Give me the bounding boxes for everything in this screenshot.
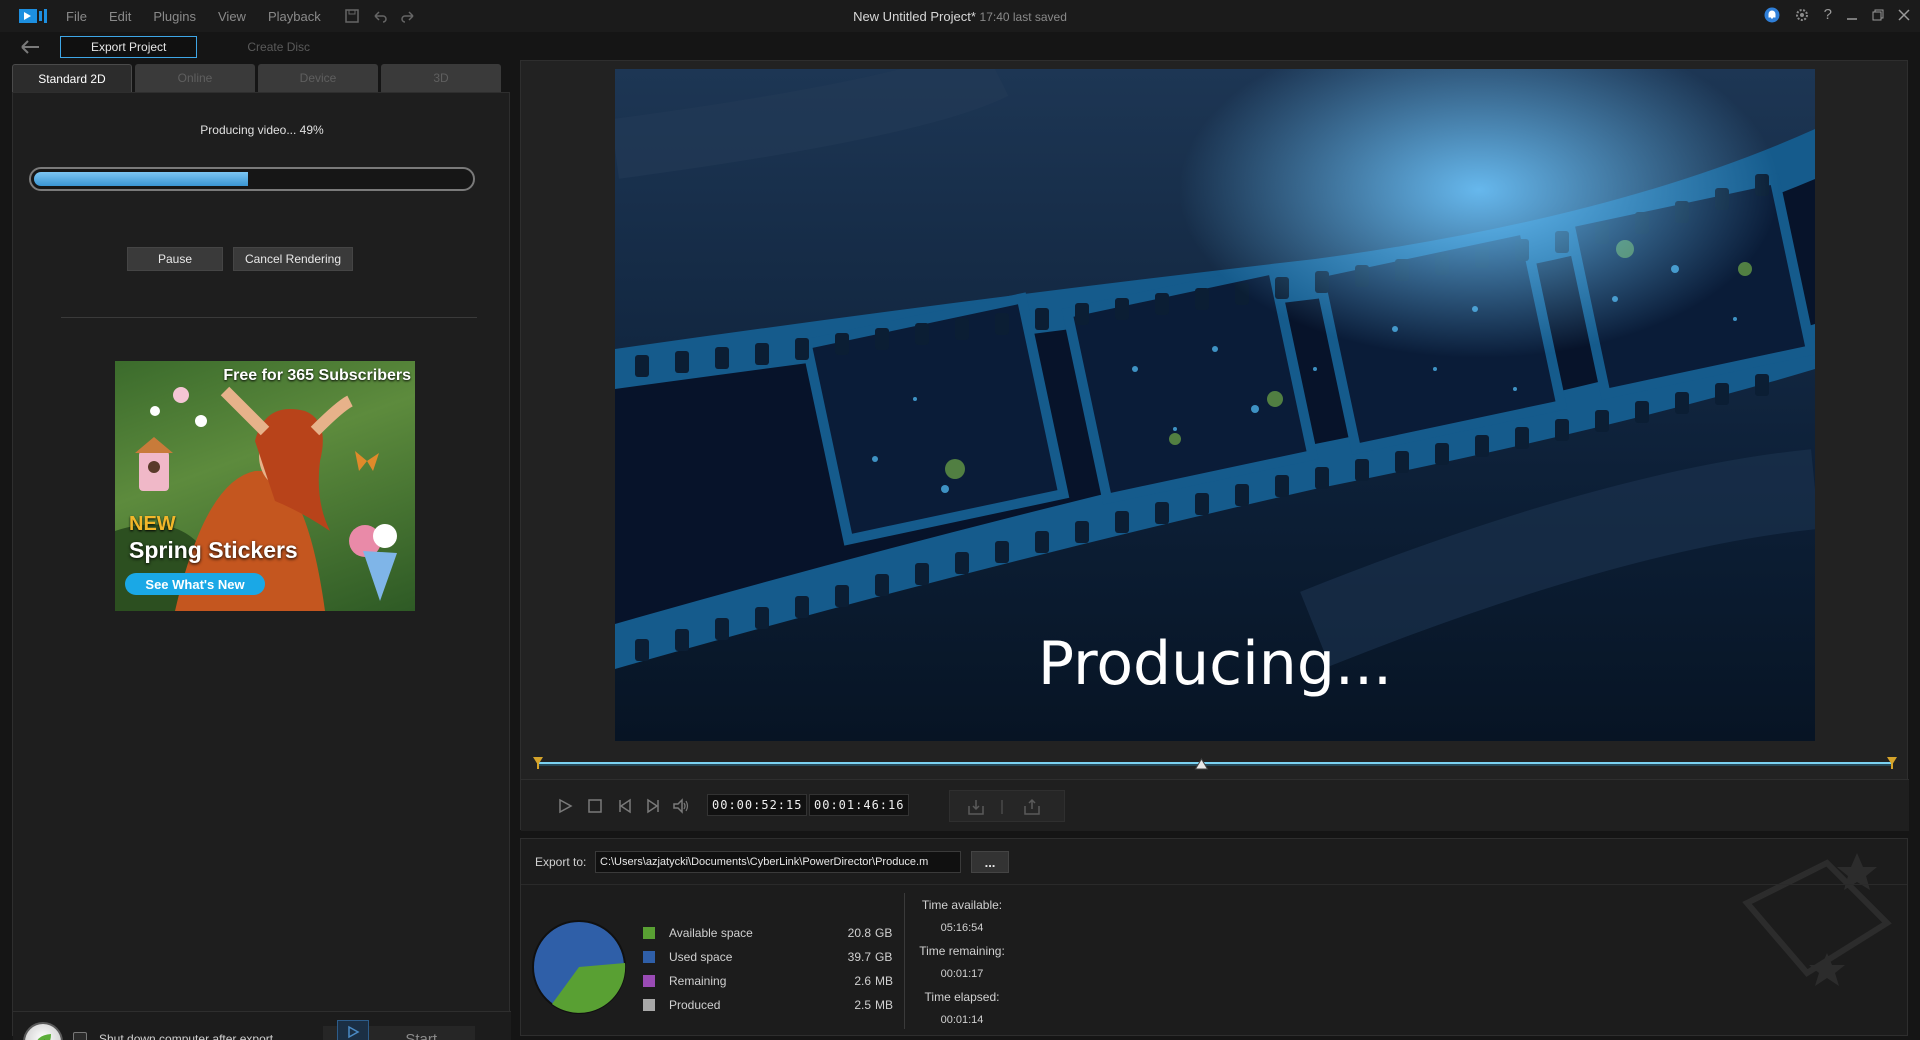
mark-in-icon[interactable]	[966, 797, 986, 817]
promo-new-label: NEW	[129, 513, 176, 535]
used-value: 39.7	[847, 950, 871, 964]
promo-product: Spring Stickers	[129, 537, 298, 563]
save-icon[interactable]	[343, 7, 361, 25]
render-progress-bar	[29, 167, 475, 191]
mode-bar: Export Project Create Disc	[0, 32, 1920, 62]
available-unit: GB	[875, 926, 893, 940]
back-arrow-icon[interactable]	[18, 38, 42, 56]
produced-label: Produced	[669, 998, 721, 1012]
available-label: Available space	[669, 926, 753, 940]
minimize-icon[interactable]	[1846, 9, 1858, 21]
preview-panel: Producing... 00:00:52:15 00:01:46:16	[520, 60, 1909, 831]
legend-row-used: Used space 39.7 GB	[643, 945, 933, 969]
produced-swatch	[643, 999, 655, 1011]
time-elapsed-label: Time elapsed:	[924, 989, 1000, 1004]
settings-gear-icon[interactable]	[1794, 7, 1810, 23]
title-bar: File Edit Plugins View Playback New Unti…	[0, 0, 1920, 32]
preview-timeline[interactable]	[533, 751, 1897, 775]
powerdirector-logo-icon[interactable]	[18, 6, 48, 26]
promo-headline: Free for 365 Subscribers	[223, 367, 411, 384]
time-remaining-value: 00:01:17	[940, 967, 984, 980]
export-settings-panel: Standard 2D Online Device 3D Producing v…	[12, 64, 511, 1040]
menu-plugins[interactable]: Plugins	[153, 9, 196, 24]
time-available-label: Time available:	[921, 897, 1003, 912]
stats-divider	[904, 893, 905, 1029]
promo-banner[interactable]: Free for 365 Subscribers NEW Spring Stic…	[115, 361, 415, 611]
preview-window: Producing...	[615, 69, 1815, 741]
time-elapsed-value: 00:01:14	[940, 1013, 984, 1026]
used-swatch	[643, 951, 655, 963]
export-footer: Shut down computer after export Start	[13, 1011, 511, 1040]
start-label: Start	[405, 1030, 437, 1040]
remaining-swatch	[643, 975, 655, 987]
disk-space-pie-chart	[532, 920, 626, 1014]
mark-buttons-group	[949, 790, 1065, 822]
legend-row-produced: Produced 2.5 MB	[643, 993, 933, 1017]
mark-out-icon[interactable]	[1022, 797, 1042, 817]
disk-legend: Available space 20.8 GB Used space 39.7 …	[643, 921, 933, 1017]
shutdown-checkbox[interactable]	[73, 1032, 87, 1040]
export-progress-body: Producing video... 49% Pause Cancel Rend…	[12, 92, 511, 1040]
playback-controls: 00:00:52:15 00:01:46:16	[521, 779, 1909, 831]
help-icon[interactable]: ?	[1824, 6, 1832, 23]
available-swatch	[643, 927, 655, 939]
legend-row-remaining: Remaining 2.6 MB	[643, 969, 933, 993]
export-path-input[interactable]: C:\Users\azjatycki\Documents\CyberLink\P…	[595, 851, 961, 873]
format-tabs: Standard 2D Online Device 3D	[12, 64, 510, 92]
redo-icon[interactable]	[399, 7, 417, 25]
remaining-label: Remaining	[669, 974, 727, 988]
tab-standard-2d[interactable]: Standard 2D	[12, 64, 132, 92]
project-title: New Untitled Project*	[853, 9, 976, 24]
saved-status: 17:40 last saved	[979, 10, 1067, 24]
undo-icon[interactable]	[371, 7, 389, 25]
see-whats-new-button[interactable]: See What's New	[125, 573, 265, 595]
volume-icon[interactable]	[671, 796, 691, 816]
notification-icon[interactable]	[1764, 7, 1780, 23]
start-video-icon	[337, 1020, 369, 1040]
stop-icon[interactable]	[585, 796, 605, 816]
create-disc-tab[interactable]: Create Disc	[217, 36, 340, 58]
cancel-rendering-button[interactable]: Cancel Rendering	[233, 247, 353, 271]
producing-status-text: Producing video... 49%	[200, 123, 324, 137]
menu-file[interactable]: File	[66, 9, 87, 24]
time-available-value: 05:16:54	[940, 921, 984, 934]
start-button[interactable]: Start	[323, 1020, 475, 1040]
current-timecode[interactable]: 00:00:52:15	[707, 794, 808, 816]
remaining-value: 2.6	[854, 974, 871, 988]
remaining-unit: MB	[875, 974, 893, 988]
menu-edit[interactable]: Edit	[109, 9, 131, 24]
producing-overlay-text: Producing...	[1037, 629, 1393, 699]
divider	[61, 317, 477, 318]
total-timecode: 00:01:46:16	[809, 794, 910, 816]
mark-separator	[998, 797, 1006, 817]
eco-leaf-icon[interactable]	[23, 1022, 63, 1040]
used-label: Used space	[669, 950, 733, 964]
play-icon[interactable]	[555, 796, 575, 816]
previous-frame-icon[interactable]	[615, 796, 635, 816]
menu-playback[interactable]: Playback	[268, 9, 321, 24]
produced-unit: MB	[875, 998, 893, 1012]
tab-online[interactable]: Online	[135, 64, 255, 92]
tab-device[interactable]: Device	[258, 64, 378, 92]
time-stats: Time available: 05:16:54 Time remaining:…	[907, 893, 1017, 1031]
tab-3d[interactable]: 3D	[381, 64, 501, 92]
export-to-label: Export to:	[535, 855, 587, 869]
produced-value: 2.5	[854, 998, 871, 1012]
restore-icon[interactable]	[1872, 9, 1884, 21]
next-frame-icon[interactable]	[643, 796, 663, 816]
close-icon[interactable]	[1898, 8, 1910, 21]
export-info-panel: Export to: C:\Users\azjatycki\Documents\…	[520, 838, 1908, 1036]
shutdown-label: Shut down computer after export	[99, 1032, 274, 1040]
export-project-tab[interactable]: Export Project	[60, 36, 198, 58]
render-progress-fill	[34, 172, 248, 186]
pause-button[interactable]: Pause	[127, 247, 223, 271]
browse-button[interactable]: ...	[971, 851, 1009, 873]
menu-view[interactable]: View	[218, 9, 246, 24]
used-unit: GB	[875, 950, 893, 964]
available-value: 20.8	[847, 926, 871, 940]
legend-row-available: Available space 20.8 GB	[643, 921, 933, 945]
time-remaining-label: Time remaining:	[919, 943, 1005, 958]
export-path-row: Export to: C:\Users\azjatycki\Documents\…	[521, 839, 1907, 885]
